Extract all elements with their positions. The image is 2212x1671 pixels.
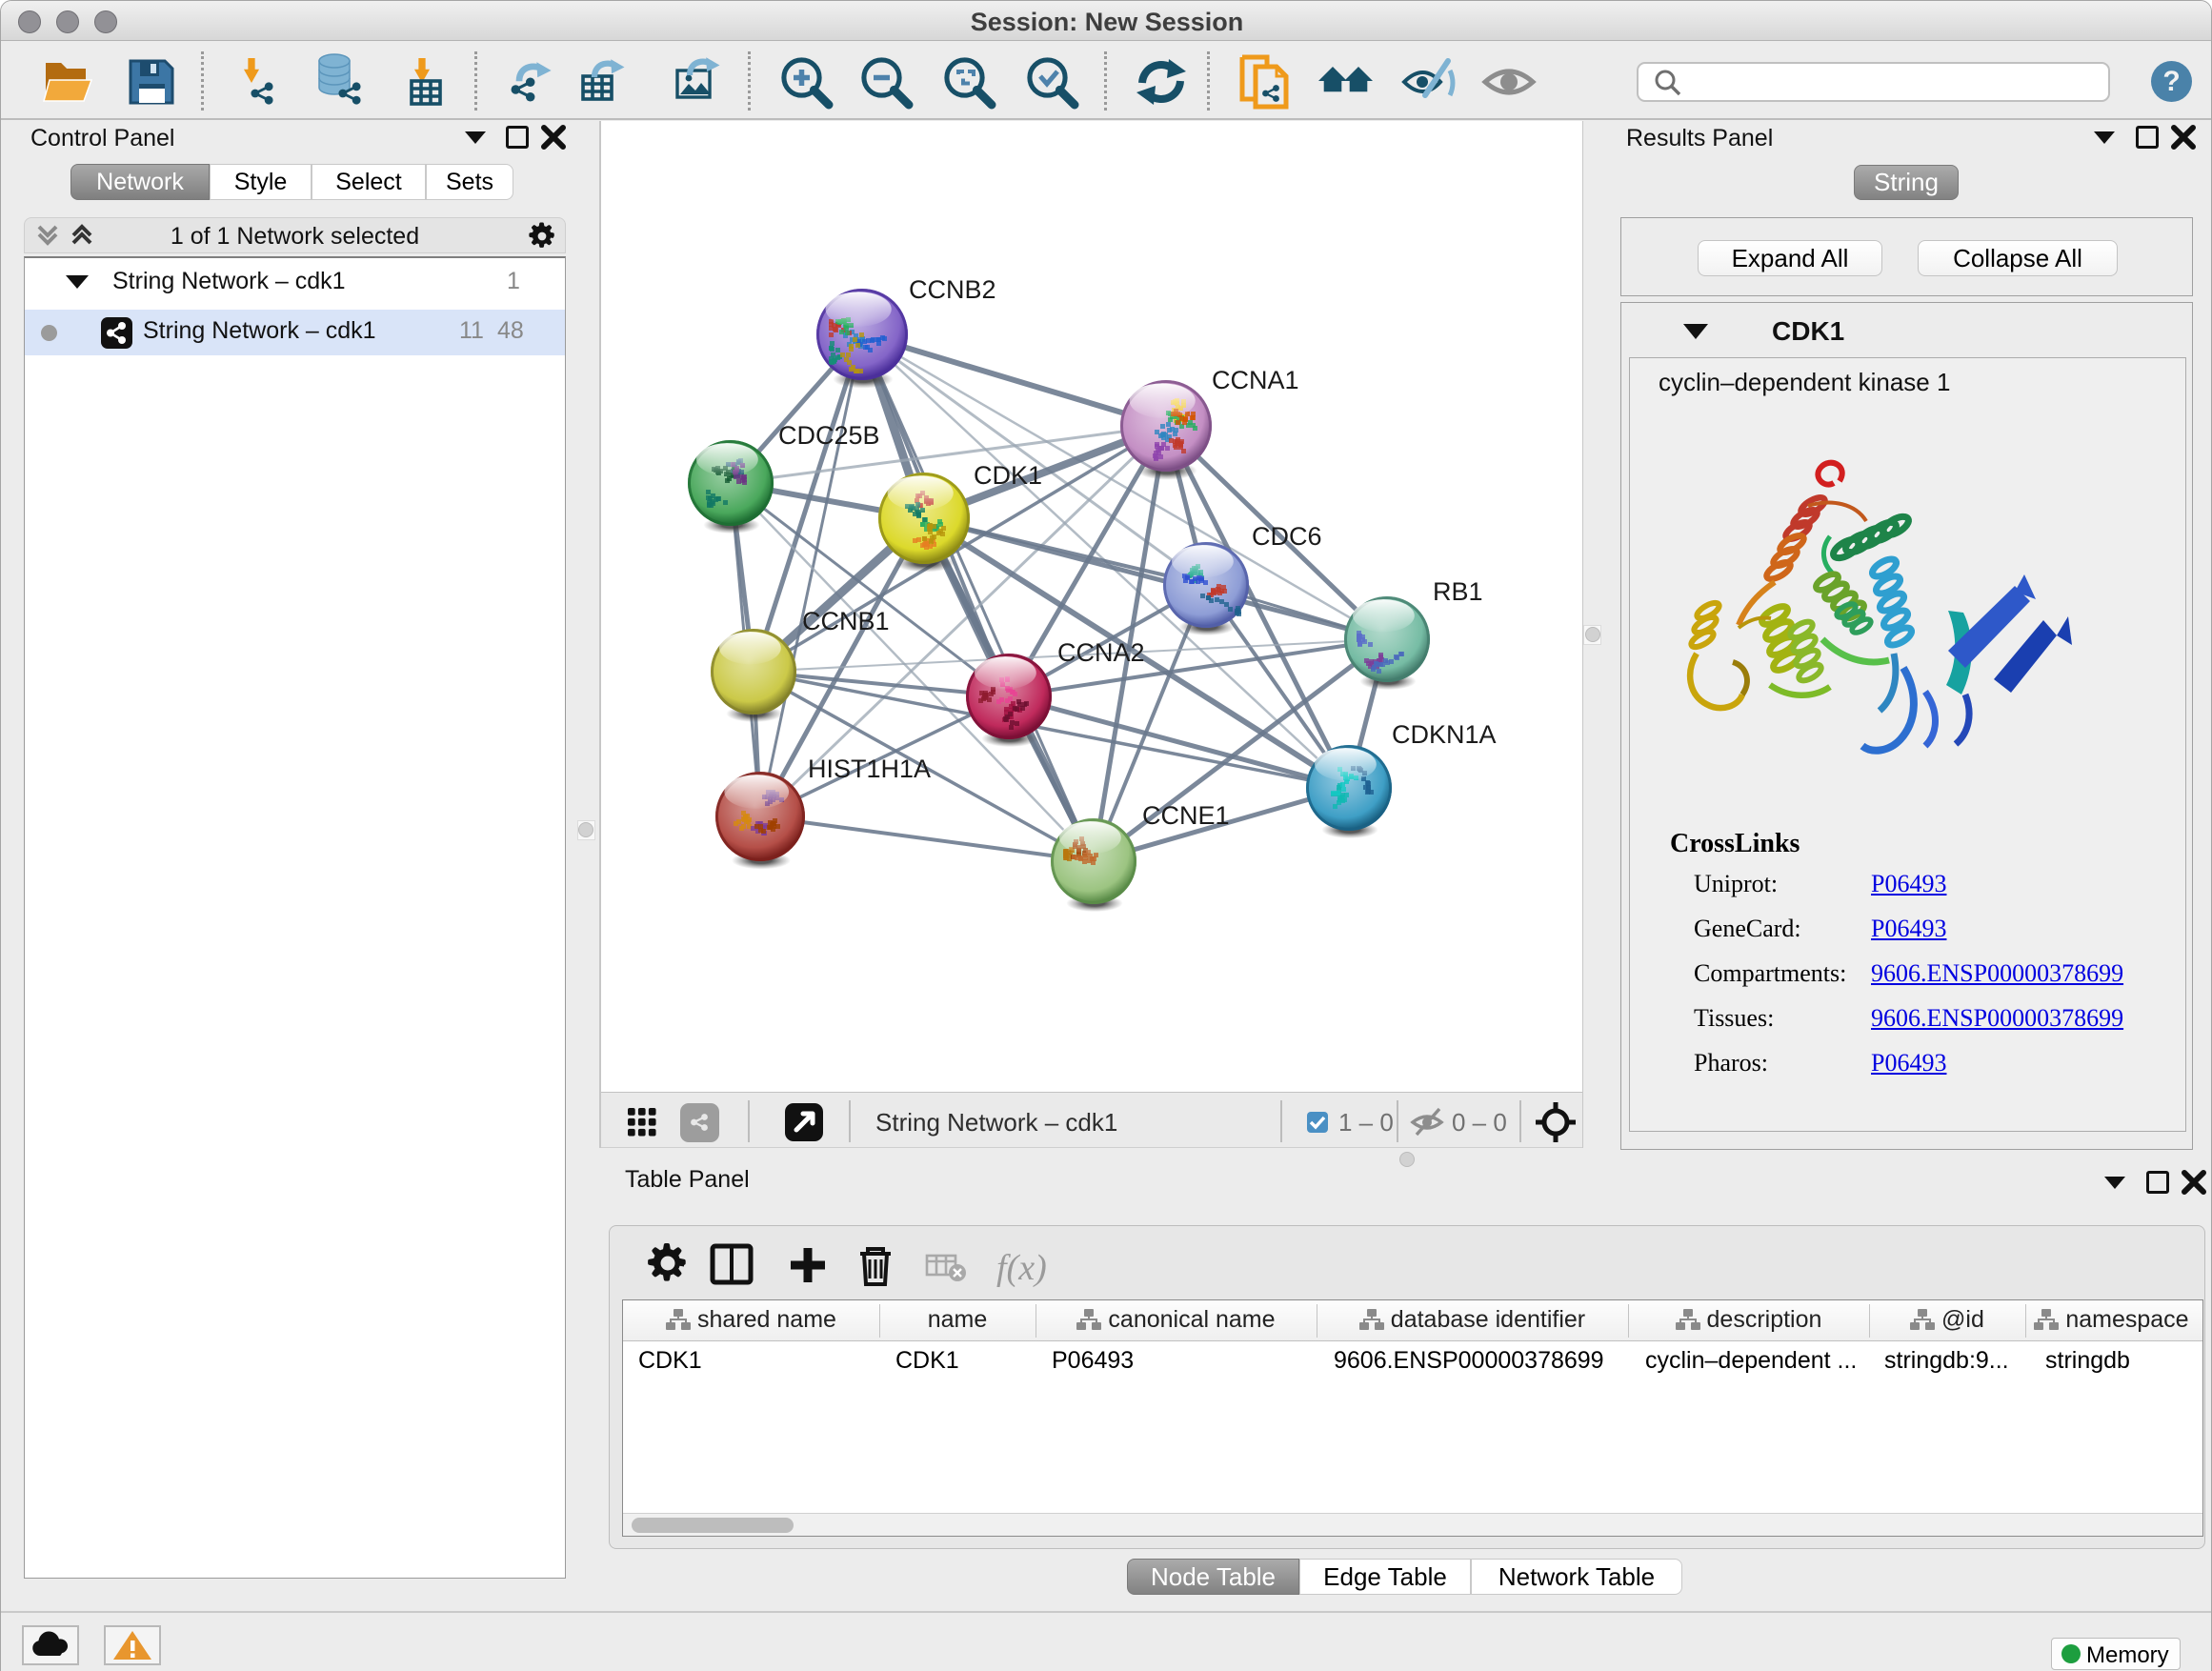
svg-text:CDC25B: CDC25B — [778, 421, 880, 450]
svg-text:CCNB2: CCNB2 — [909, 275, 996, 304]
svg-text:CDC6: CDC6 — [1252, 522, 1322, 551]
svg-text:CCNE1: CCNE1 — [1142, 801, 1230, 830]
svg-text:CDK1: CDK1 — [974, 461, 1042, 490]
svg-text:1 – 0: 1 – 0 — [1338, 1108, 1394, 1137]
svg-text:0 – 0: 0 – 0 — [1452, 1108, 1507, 1137]
svg-text:HIST1H1A: HIST1H1A — [808, 755, 931, 783]
svg-text:?: ? — [2162, 66, 2180, 97]
svg-text:RB1: RB1 — [1433, 577, 1483, 606]
svg-text:CCNA1: CCNA1 — [1212, 366, 1299, 394]
svg-text:CDKN1A: CDKN1A — [1392, 720, 1497, 749]
svg-text:f(x): f(x) — [996, 1248, 1047, 1288]
svg-text:String Network – cdk1: String Network – cdk1 — [875, 1108, 1117, 1137]
svg-text:CCNA2: CCNA2 — [1057, 638, 1145, 667]
svg-text:CCNB1: CCNB1 — [802, 607, 890, 635]
